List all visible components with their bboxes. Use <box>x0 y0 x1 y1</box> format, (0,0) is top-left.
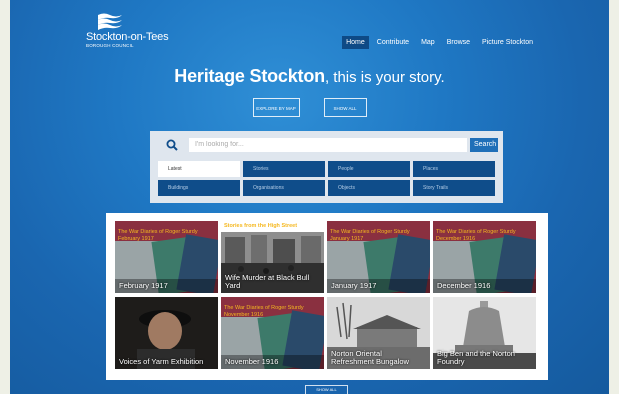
story-tile[interactable]: Norton Oriental Refreshment Bungalow <box>327 297 430 369</box>
category-latest[interactable]: Latest <box>158 161 240 177</box>
tile-caption: Voices of Yarm Exhibition <box>119 357 204 366</box>
tile-caption: January 1917 <box>331 281 377 290</box>
waves-logo-icon <box>98 13 122 30</box>
category-buildings[interactable]: Buildings <box>158 180 240 196</box>
story-tile[interactable]: The War Diaries of Roger Sturdy February… <box>115 221 218 293</box>
hero-buttons: EXPLORE BY MAP SHOW ALL <box>10 98 609 117</box>
story-tile[interactable]: Voices of Yarm Exhibition <box>115 297 218 369</box>
category-story-trails[interactable]: Story Trails <box>413 180 495 196</box>
category-people[interactable]: People <box>328 161 410 177</box>
category-organisations[interactable]: Organisations <box>243 180 325 196</box>
search-input[interactable] <box>189 137 467 152</box>
brand-subtitle: BOROUGH COUNCIL <box>86 43 134 48</box>
hero-heading: Heritage Stockton, this is your story. <box>10 66 609 87</box>
tile-caption: Big Ben and the Norton Foundry <box>437 349 515 366</box>
nav-browse[interactable]: Browse <box>443 36 474 49</box>
search-icon <box>155 139 189 151</box>
nav-picture-stockton[interactable]: Picture Stockton <box>478 36 537 49</box>
show-all-button[interactable]: SHOW ALL <box>323 98 367 117</box>
nav-home[interactable]: Home <box>342 36 369 49</box>
nav-map[interactable]: Map <box>417 36 439 49</box>
category-stories[interactable]: Stories <box>243 161 325 177</box>
council-logo[interactable]: Stockton-on-Tees BOROUGH COUNCIL <box>86 12 169 48</box>
story-tile[interactable]: The War Diaries of Roger Sturdy January … <box>327 221 430 293</box>
hero-tagline: , this is your story. <box>324 69 445 86</box>
category-places[interactable]: Places <box>413 161 495 177</box>
hero-title: Heritage Stockton <box>174 66 325 86</box>
story-tile[interactable]: Big Ben and the Norton Foundry <box>433 297 536 369</box>
tile-caption: February 1917 <box>119 281 168 290</box>
story-tile[interactable]: The War Diaries of Roger Sturdy December… <box>433 221 536 293</box>
explore-by-map-button[interactable]: EXPLORE BY MAP <box>252 98 300 117</box>
tile-banner: The War Diaries of Roger Sturdy November… <box>224 305 304 318</box>
page-background: Stockton-on-Tees BOROUGH COUNCIL Home Co… <box>10 0 609 394</box>
search-row: Search <box>155 136 498 153</box>
story-tile[interactable]: Stories from the High Street Wife Murder… <box>221 221 324 293</box>
search-panel: Search Latest Stories People Places Buil… <box>150 131 503 203</box>
tile-banner: The War Diaries of Roger Sturdy December… <box>436 229 516 242</box>
search-button[interactable]: Search <box>470 137 498 152</box>
tile-caption: November 1916 <box>225 357 279 366</box>
main-nav: Home Contribute Map Browse Picture Stock… <box>342 36 537 49</box>
tile-grid: The War Diaries of Roger Sturdy February… <box>115 221 539 369</box>
story-tile[interactable]: The War Diaries of Roger Sturdy November… <box>221 297 324 369</box>
tile-caption: December 1916 <box>437 281 491 290</box>
category-filters: Latest Stories People Places Buildings O… <box>158 161 498 196</box>
tile-banner: The War Diaries of Roger Sturdy February… <box>118 229 198 242</box>
category-objects[interactable]: Objects <box>328 180 410 196</box>
tile-caption: Norton Oriental Refreshment Bungalow <box>331 349 409 366</box>
story-gallery: The War Diaries of Roger Sturdy February… <box>106 213 548 380</box>
tile-banner: The War Diaries of Roger Sturdy January … <box>330 229 410 242</box>
show-all-bottom-button[interactable]: SHOW ALL <box>305 385 348 394</box>
tile-caption: Wife Murder at Black Bull Yard <box>225 273 310 290</box>
brand-name: Stockton-on-Tees <box>86 31 169 43</box>
tile-banner: Stories from the High Street <box>224 223 298 229</box>
nav-contribute[interactable]: Contribute <box>373 36 413 49</box>
